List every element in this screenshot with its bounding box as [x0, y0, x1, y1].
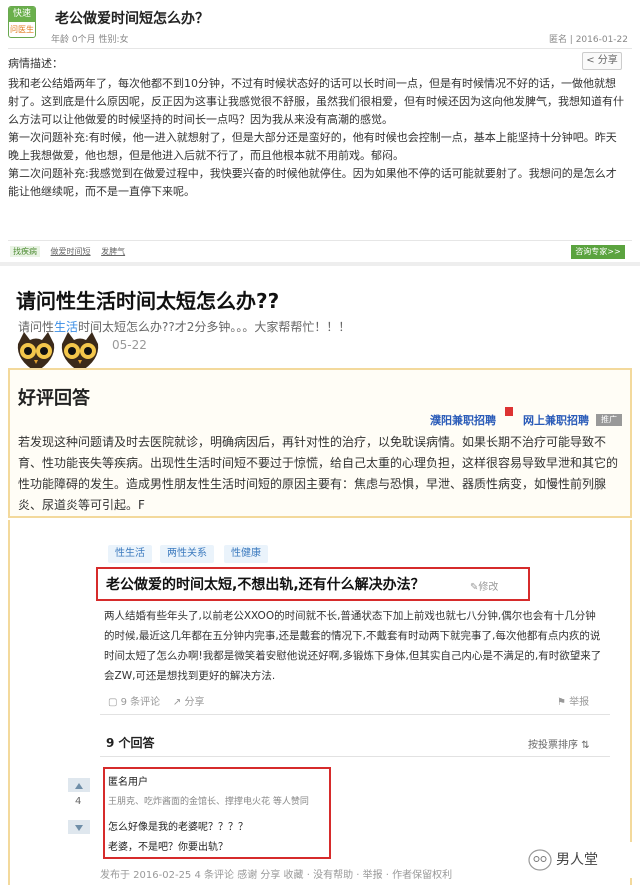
share-button[interactable]: < 分享	[582, 52, 622, 70]
answer-text: 怎么好像是我的老婆呢？？？？	[108, 822, 248, 833]
downvote-button[interactable]	[68, 820, 90, 834]
description-paragraph: 第二次问题补充:我感觉到在做爱过程中，我快要兴奋的时候他就停住。因为如果他不停的…	[8, 167, 617, 198]
ad-badge: 推广	[596, 414, 622, 426]
comments-label: 9 条评论	[120, 697, 161, 708]
tag-link[interactable]: 发脾气	[101, 246, 125, 257]
divider	[100, 714, 610, 715]
best-answer-text: 若发现这种问题请及时去医院就诊，明确病因后，再针对性的治疗，以免耽误病情。如果长…	[18, 435, 619, 512]
share-icon: <	[586, 55, 595, 66]
edit-link[interactable]: ✎修改	[470, 578, 498, 593]
consult-expert-button[interactable]: 咨询专家>>	[571, 245, 625, 259]
share-label: 分享	[597, 55, 618, 66]
description-paragraph: 我和老公结婚两年了，每次他都不到10分钟，不过有时候状态好的话可以长时间一点，但…	[8, 77, 624, 126]
sort-dropdown[interactable]: 按投票排序 ⇅	[528, 736, 590, 751]
divider	[8, 48, 632, 49]
comment-icon: ▢	[108, 697, 118, 708]
subtitle-text: 时间太短怎么办??才2分多钟。。。大家帮帮忙！！！	[78, 320, 351, 334]
answer-voters[interactable]: 王朋克、吃炸酱面的金馆长、撑撑电火花 等人赞同	[108, 794, 309, 807]
description-paragraph: 第一次问题补充:有时候，他一进入就想射了，但是大部分还是蛮好的，他有时候也会控制…	[8, 131, 617, 162]
question-title: 老公做爱时间短怎么办？	[55, 11, 209, 27]
edit-label: 修改	[478, 582, 499, 593]
report-label: 举报	[569, 697, 590, 708]
tag-link[interactable]: 找疾病	[10, 246, 40, 257]
answers-count: 9 个回答	[106, 736, 155, 750]
flag-icon	[505, 407, 513, 416]
sort-icon: ⇅	[581, 740, 590, 751]
share-label: 分享	[184, 697, 205, 708]
question-date: 匿名 | 2016-01-22	[548, 35, 628, 45]
question-meta: 年龄 0个月 性别:女	[51, 35, 129, 45]
answer-footer: 发布于 2016-02-25 4 条评论 感谢 分享 收藏 · 没有帮助 · 举…	[100, 870, 453, 881]
description-label: 病情描述：	[8, 57, 63, 70]
question-description: 我和老公结婚两年了，每次他都不到10分钟，不过有时候状态好的话可以长时间一点，但…	[8, 75, 626, 201]
divider	[100, 756, 610, 757]
tag-link[interactable]: 做爱时间短	[51, 246, 91, 257]
downvote-icon	[75, 825, 83, 831]
topic-chip[interactable]: 两性关系	[160, 545, 214, 563]
ad-link[interactable]: 濮阳兼职招聘	[430, 412, 496, 428]
topic-chip[interactable]: 性健康	[224, 545, 268, 563]
sort-label: 按投票排序	[528, 740, 578, 751]
watermark-text: 男人堂	[556, 852, 598, 868]
ad-link[interactable]: 网上兼职招聘	[523, 412, 589, 428]
flag-icon: ⚑	[557, 697, 566, 708]
topic-chip[interactable]: 性生活	[108, 545, 152, 563]
upvote-icon	[75, 783, 83, 789]
divider	[8, 240, 632, 241]
question-actions: ▢ 9 条评论 ↗ 分享	[108, 693, 204, 708]
share-icon: ↗	[172, 697, 182, 708]
tag-list: 找疾病 做爱时间短 发脾气	[10, 246, 133, 257]
owl-circle-icon	[528, 849, 552, 871]
badge-top-label: 快速	[9, 7, 35, 22]
question-title: 请问性生活时间太短怎么办??	[16, 289, 280, 313]
upvote-button[interactable]	[68, 778, 90, 792]
question-title: 老公做爱的时间太短,不想出轨,还有什么解决办法？	[106, 577, 425, 593]
question-date: 05-22	[112, 338, 147, 352]
share-link[interactable]: ↗ 分享	[173, 697, 205, 708]
vote-count: 4	[75, 796, 82, 807]
question-body: 两人结婚有些年头了,以前老公XXOO的时间就不长,普通状态下加上前戏也就七八分钟…	[104, 610, 602, 682]
best-answer-heading: 好评回答	[18, 388, 90, 409]
answer-author[interactable]: 匿名用户	[108, 773, 148, 788]
section-gap	[0, 262, 640, 266]
comments-link[interactable]: ▢ 9 条评论	[108, 697, 160, 708]
badge-bottom-label: 问医生	[10, 25, 34, 34]
report-link[interactable]: ⚑ 举报	[557, 693, 589, 708]
quick-doctor-badge[interactable]: 快速 问医生	[8, 6, 36, 38]
answer-text: 老婆，不是吧？你要出轨？	[108, 842, 228, 853]
